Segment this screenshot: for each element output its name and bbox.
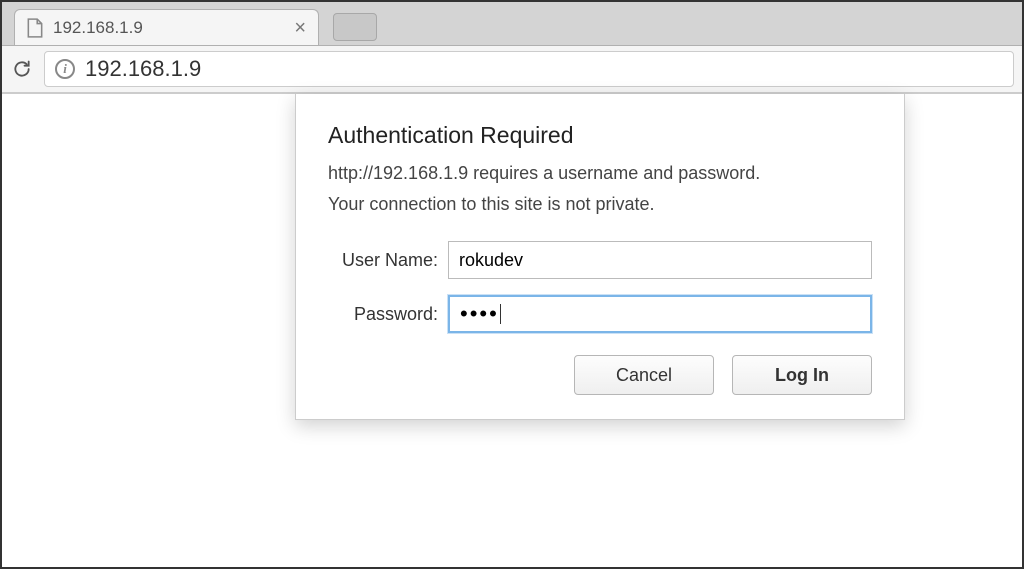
reload-icon[interactable] [10, 57, 34, 81]
text-caret [500, 304, 501, 324]
toolbar: i 192.168.1.9 [2, 46, 1022, 94]
login-button[interactable]: Log In [732, 355, 872, 395]
file-icon [27, 18, 43, 38]
address-bar[interactable]: i 192.168.1.9 [44, 51, 1014, 87]
dialog-warning: Your connection to this site is not priv… [328, 194, 872, 215]
password-mask-dots: •••• [460, 303, 499, 325]
username-input[interactable] [448, 241, 872, 279]
username-row: User Name: [328, 241, 872, 279]
username-label: User Name: [328, 250, 448, 271]
browser-tab[interactable]: 192.168.1.9 × [14, 9, 319, 45]
page-content: Authentication Required http://192.168.1… [2, 94, 1022, 567]
dialog-button-row: Cancel Log In [328, 355, 872, 395]
cancel-button[interactable]: Cancel [574, 355, 714, 395]
tab-title: 192.168.1.9 [53, 18, 284, 38]
tab-strip: 192.168.1.9 × [2, 2, 1022, 46]
password-input[interactable]: •••• [448, 295, 872, 333]
password-row: Password: •••• [328, 295, 872, 333]
browser-window: 192.168.1.9 × i 192.168.1.9 Authenticati… [0, 0, 1024, 569]
site-info-icon[interactable]: i [55, 59, 75, 79]
dialog-message: http://192.168.1.9 requires a username a… [328, 163, 872, 184]
password-label: Password: [328, 304, 448, 325]
dialog-title: Authentication Required [328, 122, 872, 149]
new-tab-button[interactable] [333, 13, 377, 41]
auth-dialog: Authentication Required http://192.168.1… [295, 94, 905, 420]
close-icon[interactable]: × [294, 18, 306, 38]
url-text: 192.168.1.9 [85, 56, 201, 82]
